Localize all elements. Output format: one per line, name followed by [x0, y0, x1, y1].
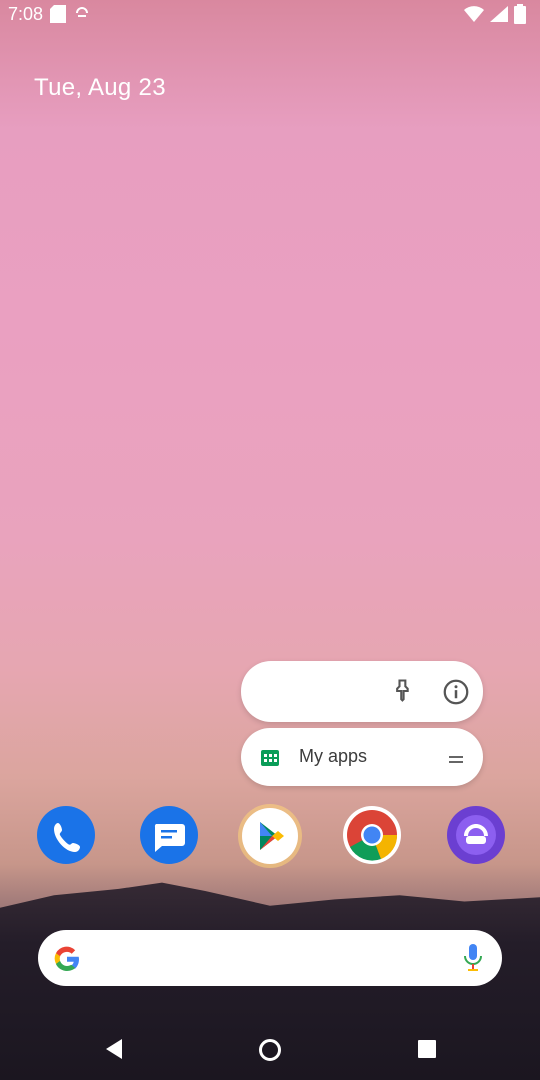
status-time: 7:08	[8, 4, 44, 24]
info-icon[interactable]	[441, 677, 471, 707]
my-apps-label: My apps	[299, 746, 368, 766]
phone-app-icon[interactable]	[37, 806, 95, 864]
sd-card-icon	[50, 5, 66, 23]
nav-home-icon[interactable]	[258, 1038, 282, 1062]
sync-icon	[76, 7, 88, 17]
my-apps-shortcut[interactable]: My apps	[241, 728, 483, 786]
chrome-app-icon[interactable]	[343, 806, 401, 864]
mic-icon[interactable]	[462, 942, 484, 974]
my-apps-icon	[259, 746, 281, 768]
pin-icon[interactable]	[389, 677, 417, 705]
google-g-icon	[52, 944, 82, 974]
drag-handle-icon[interactable]	[449, 752, 463, 763]
app-shortcut-header	[241, 661, 483, 722]
search-bar[interactable]	[38, 930, 502, 986]
battery-icon	[514, 4, 526, 24]
signal-icon	[490, 6, 508, 22]
nav-recents-icon[interactable]	[418, 1040, 436, 1058]
status-bar: 7:08	[0, 0, 540, 30]
play-store-app-icon[interactable]	[242, 808, 298, 864]
nav-back-icon[interactable]	[102, 1037, 124, 1061]
wifi-icon	[464, 6, 484, 22]
messages-app-icon[interactable]	[140, 806, 198, 864]
date-widget[interactable]: Tue, Aug 23	[34, 74, 166, 102]
app-icon[interactable]	[447, 806, 505, 864]
